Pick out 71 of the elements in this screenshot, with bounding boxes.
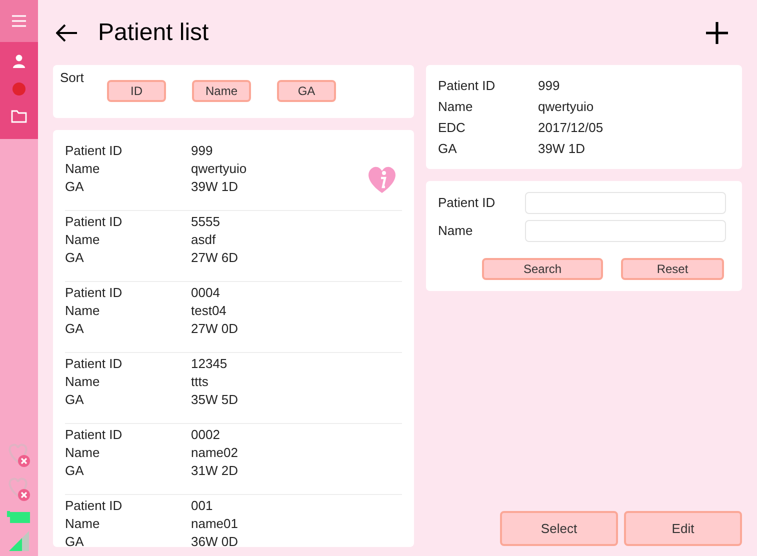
sort-button[interactable]: ID: [107, 80, 166, 102]
detail-label: EDC: [438, 118, 466, 137]
search-form-button[interactable]: Search: [482, 258, 603, 280]
field-value: 5555: [191, 213, 220, 231]
field-value: 12345: [191, 355, 228, 373]
patient-row[interactable]: Patient ID 999 Name qwertyuio GA 39W 1D: [65, 140, 402, 211]
menu-icon[interactable]: [0, 0, 38, 42]
field-label: GA: [65, 462, 85, 480]
field-value: 0002: [191, 426, 220, 444]
field-value: 0004: [191, 284, 220, 302]
field-label: Patient ID: [65, 213, 124, 231]
sort-button[interactable]: GA: [277, 80, 336, 102]
heart-info-icon: [366, 164, 398, 194]
field-value: asdf: [191, 231, 216, 249]
patient-row[interactable]: Patient ID 12345 Name ttts GA 35W 5D: [65, 353, 402, 424]
field-value: 999: [191, 142, 213, 160]
field-value: 39W 1D: [191, 178, 238, 196]
detail-value: 999: [538, 76, 560, 95]
field-value: ttts: [191, 373, 208, 391]
detail-label: Name: [438, 98, 474, 116]
field-value: 35W 5D: [191, 391, 238, 409]
field-label: GA: [65, 178, 85, 196]
sort-label: Sort: [60, 69, 84, 87]
action-button[interactable]: Select: [500, 511, 618, 546]
back-arrow-icon[interactable]: [56, 24, 78, 42]
field-label: Patient ID: [65, 426, 124, 444]
field-value: test04: [191, 302, 226, 320]
field-label: Name: [65, 231, 101, 249]
detail-value: 2017/12/05: [538, 118, 604, 137]
search-label: Name: [438, 222, 474, 240]
field-label: Patient ID: [65, 284, 124, 302]
signal-icon: [8, 530, 30, 552]
input-field[interactable]: [525, 220, 726, 242]
add-icon[interactable]: [706, 22, 728, 44]
field-label: Patient ID: [65, 497, 124, 515]
patient-row[interactable]: Patient ID 0004 Name test04 GA 27W 0D: [65, 282, 402, 353]
detail-label: GA: [438, 140, 458, 158]
field-label: GA: [65, 533, 85, 547]
patient-row[interactable]: Patient ID 5555 Name asdf GA 27W 6D: [65, 211, 402, 282]
field-value: 27W 6D: [191, 249, 238, 267]
field-label: Name: [65, 373, 101, 391]
detail-label: Patient ID: [438, 76, 496, 95]
field-label: Patient ID: [65, 355, 124, 373]
field-value: 001: [191, 497, 213, 515]
patient-row[interactable]: Patient ID 001 Name name01 GA 36W 0D: [65, 495, 402, 547]
field-label: GA: [65, 391, 85, 409]
field-label: Name: [65, 515, 101, 533]
detail-value: qwertyuio: [538, 98, 594, 116]
field-value: qwertyuio: [191, 160, 247, 178]
search-form-button[interactable]: Reset: [621, 258, 724, 280]
detail-value: 39W 1D: [538, 140, 585, 158]
field-value: name01: [191, 515, 238, 533]
field-value: 31W 2D: [191, 462, 238, 480]
sort-button[interactable]: Name: [192, 80, 251, 102]
input-field[interactable]: [525, 192, 726, 214]
battery-icon: [6, 508, 32, 524]
field-label: GA: [65, 320, 85, 338]
search-label: Patient ID: [438, 194, 496, 212]
field-label: Name: [65, 160, 101, 178]
field-value: name02: [191, 444, 238, 462]
field-label: Name: [65, 302, 101, 320]
field-value: 27W 0D: [191, 320, 238, 338]
field-label: Patient ID: [65, 142, 124, 160]
patient-row[interactable]: Patient ID 0002 Name name02 GA 31W 2D: [65, 424, 402, 495]
field-label: Name: [65, 444, 101, 462]
action-button[interactable]: Edit: [624, 511, 742, 546]
person-icon[interactable]: [12, 54, 26, 68]
folder-icon[interactable]: [11, 110, 27, 123]
page-title: Patient list: [98, 18, 210, 48]
field-label: GA: [65, 249, 85, 267]
field-value: 36W 0D: [191, 533, 238, 547]
